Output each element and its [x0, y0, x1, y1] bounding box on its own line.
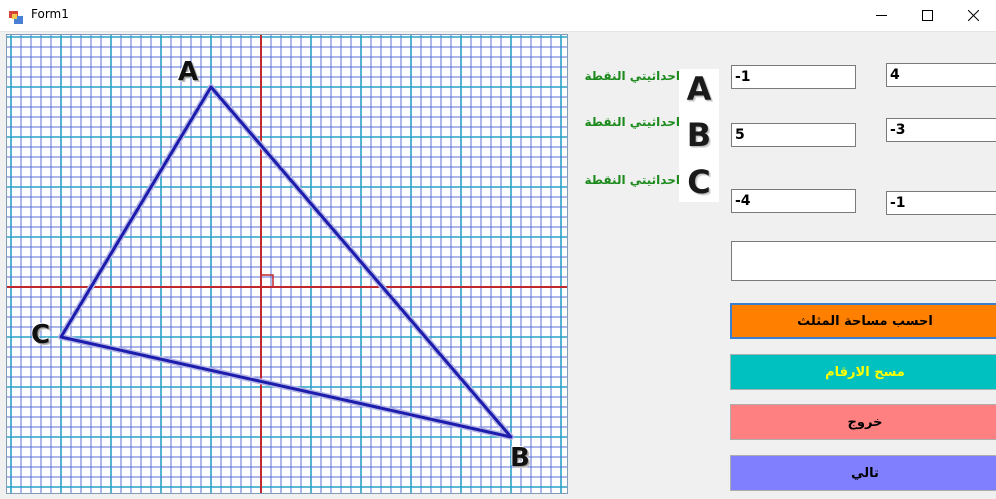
triangle-shadow: [58, 84, 514, 440]
next-button[interactable]: تالي: [730, 455, 996, 491]
point-b-y-input[interactable]: [886, 118, 996, 142]
point-c-y-input[interactable]: [886, 191, 996, 215]
clear-numbers-button[interactable]: مسح الارقام: [730, 354, 996, 390]
maximize-icon: [922, 10, 933, 21]
close-icon: [968, 10, 979, 21]
point-c-letter: C: [687, 163, 711, 201]
graph-label-b: B: [510, 443, 530, 473]
exit-button[interactable]: خروج: [730, 404, 996, 440]
coordinate-grid: [7, 35, 567, 493]
point-c-x-input[interactable]: [731, 189, 856, 213]
point-b-x-input[interactable]: [731, 123, 856, 147]
point-a-letter: A: [686, 70, 712, 108]
point-b-letter: B: [686, 116, 712, 154]
title-bar: Form1: [0, 0, 996, 32]
calculate-area-button[interactable]: احسب مساحة المثلث: [730, 303, 996, 339]
area-result-field[interactable]: [731, 241, 996, 281]
graph-label-a: A: [178, 57, 199, 87]
point-letters-panel: A B C: [679, 69, 719, 202]
point-c-coords-label: احداثيتي النقطة: [584, 173, 680, 187]
minimize-icon: [876, 15, 887, 16]
graph-panel: A B C: [6, 34, 568, 494]
window-title: Form1: [31, 7, 69, 21]
app-icon: [9, 9, 23, 24]
graph-label-c: C: [31, 320, 51, 350]
point-a-y-input[interactable]: [886, 63, 996, 87]
point-a-coords-label: احداثيتي النقطة: [584, 69, 680, 83]
close-button[interactable]: [950, 0, 996, 31]
point-b-coords-label: احداثيتي النقطة: [584, 115, 680, 129]
point-a-x-input[interactable]: [731, 65, 856, 89]
maximize-button[interactable]: [904, 0, 950, 31]
minimize-button[interactable]: [858, 0, 904, 31]
